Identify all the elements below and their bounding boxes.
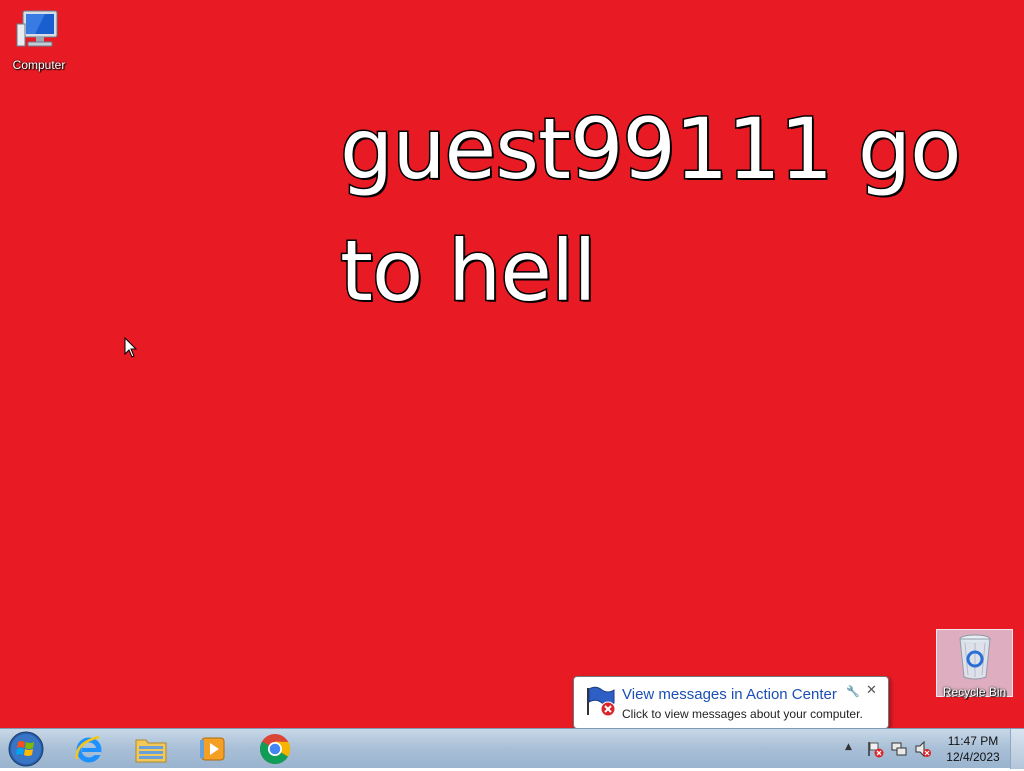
action-center-icon[interactable] (866, 740, 884, 758)
notification-message: Click to view messages about your comput… (622, 707, 863, 721)
taskbar: ▲ 11:47 PM 12/4/2023 (0, 728, 1024, 769)
media-player-icon (200, 737, 225, 761)
taskbar-app-internet-explorer[interactable] (62, 731, 116, 767)
system-clock[interactable]: 11:47 PM 12/4/2023 (940, 733, 1006, 765)
show-desktop-button[interactable] (1010, 729, 1024, 769)
notification-title[interactable]: View messages in Action Center (622, 686, 837, 703)
desktop-icon-computer[interactable]: Computer (3, 8, 75, 72)
clock-time: 11:47 PM (947, 734, 999, 748)
taskbar-app-chrome[interactable] (248, 731, 302, 767)
mouse-cursor-icon (124, 337, 138, 358)
taskbar-app-media-player[interactable] (186, 731, 240, 767)
wrench-icon[interactable]: 🔧 (846, 685, 860, 698)
volume-muted-icon[interactable] (914, 740, 932, 758)
close-icon[interactable]: ✕ (866, 683, 877, 698)
network-icon[interactable] (890, 740, 908, 758)
wallpaper-line-2: to hell (339, 221, 599, 322)
action-center-flag-icon (587, 686, 616, 717)
chrome-icon (259, 734, 291, 765)
desktop-icon-label: Recycle Bin (942, 685, 1007, 699)
tray-overflow-arrow-icon[interactable]: ▲ (845, 742, 852, 752)
wallpaper-line-1: guest99111 go (339, 99, 964, 200)
desktop-icon-label: Computer (12, 58, 66, 72)
internet-explorer-icon (75, 735, 102, 763)
file-explorer-icon (135, 739, 167, 763)
clock-date: 12/4/2023 (946, 750, 1000, 764)
start-button[interactable] (6, 731, 46, 767)
wallpaper-text: guest99111 go to hell (339, 88, 1000, 332)
action-center-notification[interactable]: View messages in Action Center Click to … (573, 676, 889, 742)
taskbar-app-file-explorer[interactable] (124, 731, 178, 767)
desktop-icon-recycle-bin[interactable]: Recycle Bin (936, 629, 1013, 699)
desktop[interactable]: guest99111 go to hell Computer Recycle B… (0, 0, 1024, 742)
windows-logo-icon (8, 731, 44, 767)
computer-icon (16, 10, 58, 47)
recycle-bin-icon (958, 634, 991, 680)
